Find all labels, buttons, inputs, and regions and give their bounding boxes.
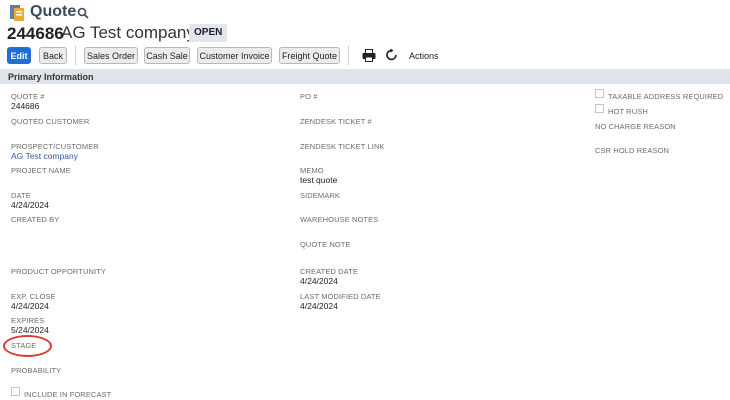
date-label: DATE	[11, 191, 31, 200]
memo-label: MEMO	[300, 166, 324, 175]
sidemark-label: SIDEMARK	[300, 191, 340, 200]
hot-rush-checkbox[interactable]	[595, 104, 604, 113]
edit-button[interactable]: Edit	[7, 47, 31, 64]
csr-hold-reason-label: CSR HOLD REASON	[595, 146, 670, 155]
section-header[interactable]	[0, 69, 730, 84]
actions-menu[interactable]: Actions	[409, 51, 439, 61]
customer-invoice-button[interactable]: Customer Invoice	[197, 47, 272, 64]
refresh-icon[interactable]	[385, 48, 399, 62]
prospect-customer-link[interactable]: AG Test company	[11, 151, 78, 161]
date-value: 4/24/2024	[11, 200, 49, 210]
expires-label: EXPIRES	[11, 316, 45, 325]
created-date-label: CREATED DATE	[300, 267, 359, 276]
hot-rush-label: HOT RUSH	[608, 107, 648, 116]
product-opportunity-label: PRODUCT OPPORTUNITY	[11, 267, 106, 276]
warehouse-notes-label: WAREHOUSE NOTES	[300, 215, 379, 224]
quote-icon	[10, 5, 24, 21]
probability-label: PROBABILITY	[11, 366, 62, 375]
page-type-title: Quote	[30, 3, 77, 20]
taxable-address-required-label: TAXABLE ADDRESS REQUIRED	[608, 92, 724, 101]
created-by-label: CREATED BY	[11, 215, 60, 224]
toolbar-divider	[348, 46, 349, 65]
prospect-customer-label: PROSPECT/CUSTOMER	[11, 142, 99, 151]
quote-note-label: QUOTE NOTE	[300, 240, 351, 249]
no-charge-reason-label: NO CHARGE REASON	[595, 122, 676, 131]
include-in-forecast-checkbox[interactable]	[11, 387, 20, 396]
quote-number-label: QUOTE #	[11, 92, 45, 101]
zendesk-ticket-label: ZENDESK TICKET #	[300, 117, 372, 126]
toolbar-divider	[75, 46, 76, 65]
section-title: Primary Information	[8, 72, 94, 82]
quoted-customer-label: QUOTED CUSTOMER	[11, 117, 90, 126]
record-name: AG Test company	[61, 23, 195, 42]
zendesk-ticket-link-label: ZENDESK TICKET LINK	[300, 142, 385, 151]
memo-value: test quote	[300, 175, 338, 185]
back-button[interactable]: Back	[39, 47, 67, 64]
sales-order-button[interactable]: Sales Order	[84, 47, 138, 64]
quote-number-value: 244686	[11, 101, 40, 111]
annotation-circle	[3, 335, 52, 357]
last-modified-date-label: LAST MODIFIED DATE	[300, 292, 381, 301]
po-number-label: PO #	[300, 92, 318, 101]
cash-sale-button[interactable]: Cash Sale	[144, 47, 190, 64]
project-name-label: PROJECT NAME	[11, 166, 71, 175]
exp-close-value: 4/24/2024	[11, 301, 49, 311]
exp-close-label: EXP. CLOSE	[11, 292, 56, 301]
last-modified-date-value: 4/24/2024	[300, 301, 338, 311]
print-icon[interactable]	[362, 49, 376, 62]
record-number: 244686	[7, 24, 64, 43]
search-icon[interactable]	[77, 7, 89, 19]
taxable-address-required-checkbox[interactable]	[595, 89, 604, 98]
freight-quote-button[interactable]: Freight Quote	[279, 47, 340, 64]
created-date-value: 4/24/2024	[300, 276, 338, 286]
status-badge: OPEN	[189, 24, 228, 42]
include-in-forecast-label: INCLUDE IN FORECAST	[24, 390, 112, 399]
expires-value: 5/24/2024	[11, 325, 49, 335]
